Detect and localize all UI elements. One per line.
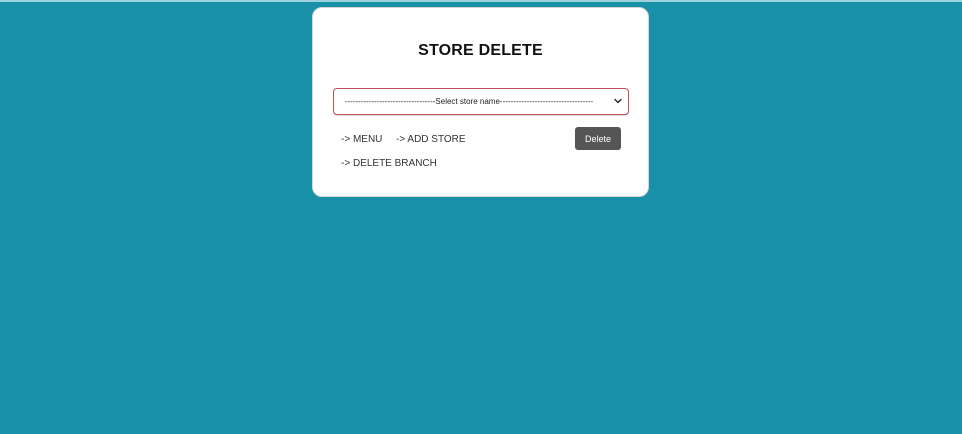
delete-branch-link[interactable]: -> DELETE BRANCH — [341, 158, 437, 169]
store-name-select[interactable]: ----------------------------------Select… — [333, 88, 629, 115]
store-name-select-value: ----------------------------------Select… — [344, 97, 594, 106]
page-title: STORE DELETE — [418, 42, 543, 59]
delete-button[interactable]: Delete — [575, 127, 621, 150]
top-border — [0, 0, 962, 2]
store-delete-card: STORE DELETE ---------------------------… — [312, 7, 649, 197]
chevron-down-icon — [614, 98, 622, 104]
add-store-link[interactable]: -> ADD STORE — [396, 134, 466, 145]
menu-link[interactable]: -> MENU — [341, 134, 382, 145]
